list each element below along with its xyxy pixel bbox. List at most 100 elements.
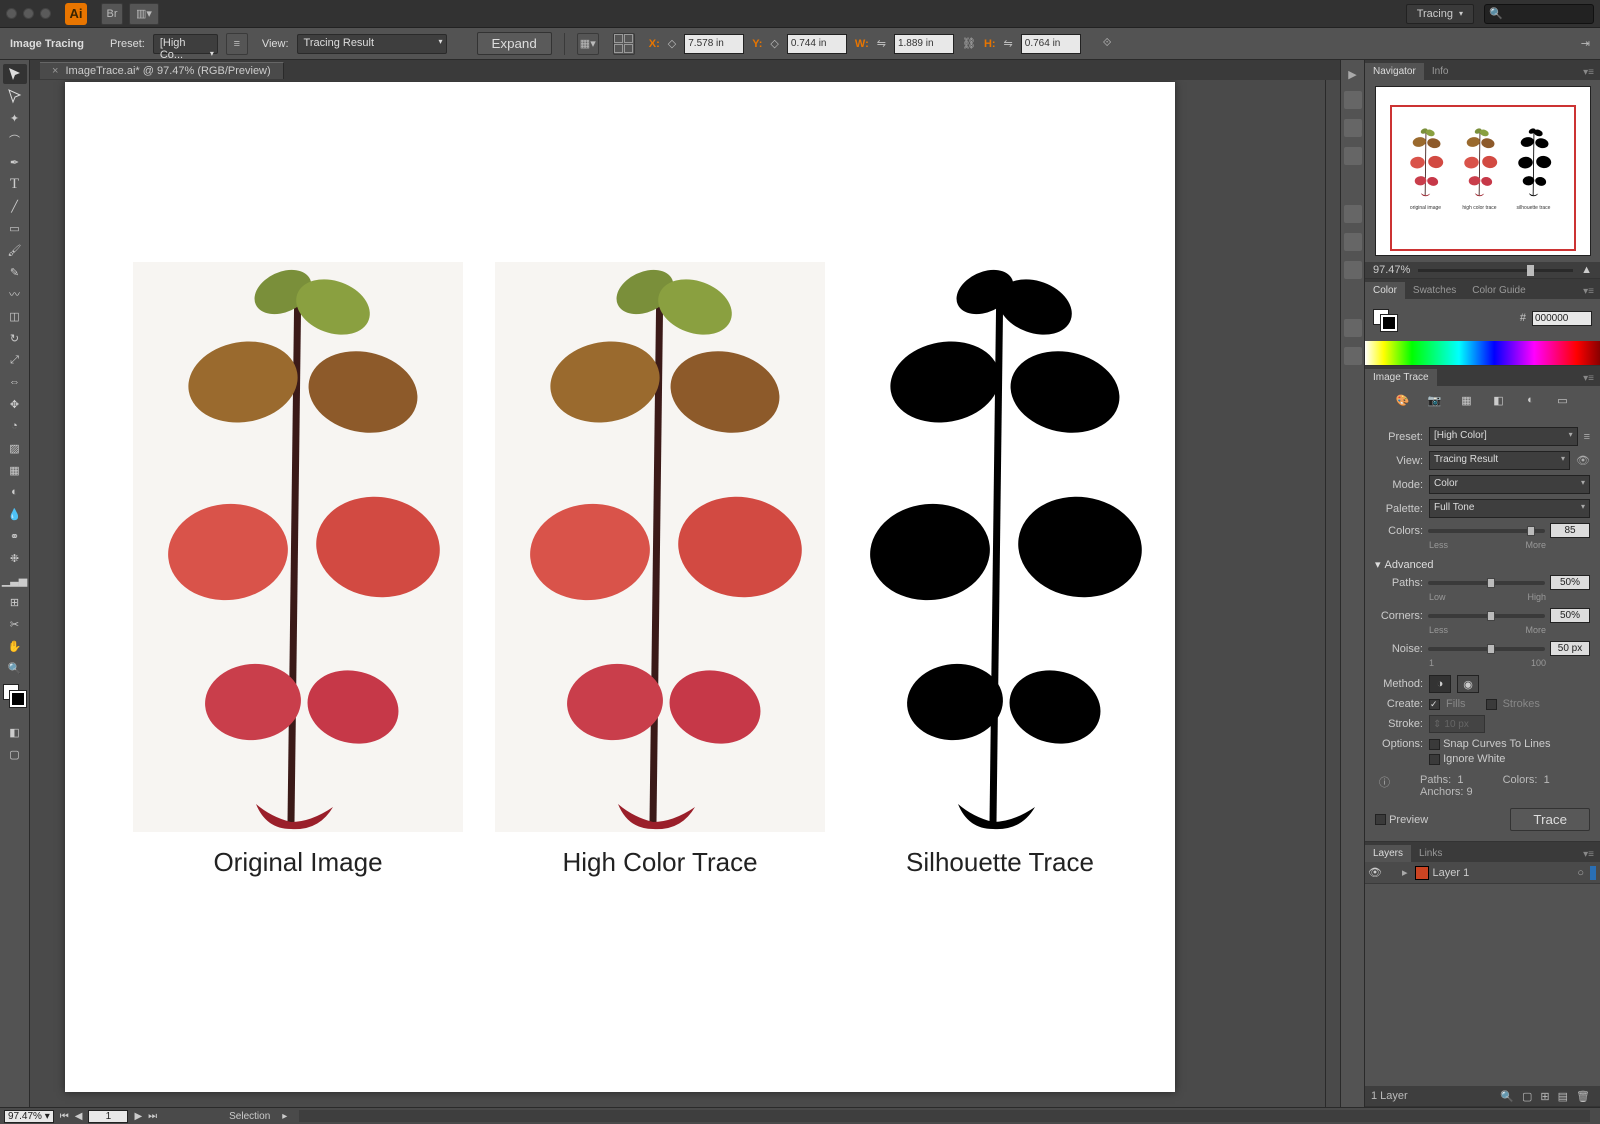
free-transform-tool[interactable]: ✥ bbox=[3, 394, 27, 414]
next-artboard-icon[interactable]: ▶ bbox=[134, 1111, 142, 1122]
method-overlapping[interactable]: ◉ bbox=[1457, 675, 1479, 693]
tab-navigator[interactable]: Navigator bbox=[1365, 63, 1424, 80]
blend-tool[interactable]: ⚭ bbox=[3, 526, 27, 546]
eye-icon[interactable]: 👁 bbox=[1576, 454, 1590, 467]
make-clip-icon[interactable]: ▢ bbox=[1522, 1090, 1532, 1103]
noise-value[interactable]: 50 px bbox=[1550, 641, 1590, 656]
preset-menu-icon[interactable]: ≡ bbox=[226, 33, 248, 55]
panel-menu-icon[interactable]: ▾≡ bbox=[1577, 284, 1600, 299]
rotate-tool[interactable]: ↻ bbox=[3, 328, 27, 348]
direct-selection-tool[interactable] bbox=[3, 86, 27, 106]
auto-color-icon[interactable]: 🎨 bbox=[1393, 392, 1413, 408]
eyedropper-tool[interactable]: 💧 bbox=[3, 504, 27, 524]
x-input[interactable] bbox=[684, 34, 744, 54]
fill-stroke-indicator[interactable] bbox=[1373, 309, 1399, 331]
paths-slider[interactable] bbox=[1428, 581, 1545, 585]
first-artboard-icon[interactable]: ⏮ bbox=[60, 1111, 69, 1122]
align-icon[interactable] bbox=[613, 33, 635, 55]
tab-info[interactable]: Info bbox=[1424, 63, 1457, 80]
symbol-sprayer-tool[interactable]: ❉ bbox=[3, 548, 27, 568]
draw-mode-icon[interactable]: ◧ bbox=[3, 722, 27, 742]
document-tab[interactable]: × ImageTrace.ai* @ 97.47% (RGB/Preview) bbox=[40, 62, 284, 79]
w-input[interactable] bbox=[894, 34, 954, 54]
width-tool[interactable]: ⇔ bbox=[3, 372, 27, 392]
hand-tool[interactable]: ✋ bbox=[3, 636, 27, 656]
rectangle-tool[interactable]: ▭ bbox=[3, 218, 27, 238]
graph-tool[interactable]: ▁▃▅ bbox=[3, 570, 27, 590]
expand-button[interactable]: Expand bbox=[477, 32, 552, 55]
color-spectrum[interactable] bbox=[1365, 341, 1600, 365]
panel-menu-icon[interactable]: ▾≡ bbox=[1577, 847, 1600, 862]
colors-slider[interactable] bbox=[1428, 529, 1545, 533]
zoom-tool[interactable]: 🔍 bbox=[3, 658, 27, 678]
hex-input[interactable] bbox=[1532, 311, 1592, 326]
delete-icon[interactable]: 🗑 bbox=[1576, 1090, 1590, 1103]
dock-icon[interactable] bbox=[1344, 347, 1362, 365]
magic-wand-tool[interactable]: ✦ bbox=[3, 108, 27, 128]
selection-tool[interactable] bbox=[3, 64, 27, 84]
constrain-icon[interactable]: ⛓ bbox=[962, 37, 976, 50]
shape-builder-tool[interactable]: ◔ bbox=[3, 416, 27, 436]
zoom-field[interactable]: 97.47% ▾ bbox=[4, 1110, 54, 1123]
expand-dock-icon[interactable]: ▶ bbox=[1348, 68, 1356, 81]
view-select[interactable]: Tracing Result▾ bbox=[297, 34, 447, 54]
trace-mode-select[interactable]: Color bbox=[1429, 475, 1590, 494]
scale-tool[interactable]: ⤢ bbox=[3, 350, 27, 370]
bw-icon[interactable]: ◐ bbox=[1521, 392, 1541, 408]
panel-menu-icon[interactable]: ⇥ bbox=[1581, 37, 1590, 50]
link-icon[interactable]: ⇋ bbox=[877, 37, 886, 50]
paintbrush-tool[interactable]: 🖌 bbox=[3, 240, 27, 260]
layer-name[interactable]: Layer 1 bbox=[1433, 867, 1578, 879]
tab-color-guide[interactable]: Color Guide bbox=[1464, 282, 1533, 299]
window-controls[interactable] bbox=[6, 8, 51, 19]
dock-icon[interactable] bbox=[1344, 91, 1362, 109]
y-input[interactable] bbox=[787, 34, 847, 54]
h-input[interactable] bbox=[1021, 34, 1081, 54]
mask-icon[interactable]: ▦▾ bbox=[577, 33, 599, 55]
gradient-tool[interactable]: ◐ bbox=[3, 482, 27, 502]
line-tool[interactable]: ╱ bbox=[3, 196, 27, 216]
new-layer-icon[interactable]: ▤ bbox=[1558, 1090, 1568, 1103]
trace-button[interactable]: Trace bbox=[1510, 808, 1590, 831]
dock-icon[interactable] bbox=[1344, 233, 1362, 251]
anchor-icon[interactable]: ◇ bbox=[668, 37, 676, 50]
mesh-tool[interactable]: ▦ bbox=[3, 460, 27, 480]
pencil-tool[interactable]: ✎ bbox=[3, 262, 27, 282]
visibility-icon[interactable]: 👁 bbox=[1365, 866, 1385, 879]
noise-slider[interactable] bbox=[1428, 647, 1545, 651]
tab-swatches[interactable]: Swatches bbox=[1405, 282, 1464, 299]
lasso-tool[interactable]: ⌒ bbox=[3, 130, 27, 150]
method-abutting[interactable]: ◑ bbox=[1429, 675, 1451, 693]
blob-brush-tool[interactable]: 〰 bbox=[3, 284, 27, 304]
zoom-slider[interactable] bbox=[1418, 269, 1573, 272]
shear-icon[interactable]: ⟐ bbox=[1103, 37, 1112, 50]
navigator-thumbnail[interactable]: original image high color trace silhouet… bbox=[1375, 86, 1591, 256]
advanced-toggle[interactable]: ▾Advanced bbox=[1375, 558, 1590, 571]
prev-artboard-icon[interactable]: ◀ bbox=[75, 1111, 83, 1122]
pen-tool[interactable]: ✒ bbox=[3, 152, 27, 172]
vertical-scrollbar[interactable] bbox=[1325, 80, 1340, 1107]
dock-icon[interactable] bbox=[1344, 147, 1362, 165]
dock-icon[interactable] bbox=[1344, 261, 1362, 279]
workspace-switcher[interactable]: Tracing ▾ bbox=[1406, 4, 1474, 24]
slice-tool[interactable]: ✂ bbox=[3, 614, 27, 634]
new-sublayer-icon[interactable]: ⊞ bbox=[1540, 1090, 1549, 1103]
arrange-icon[interactable]: ▥▾ bbox=[129, 3, 159, 25]
link-icon[interactable]: ⇋ bbox=[1004, 37, 1013, 50]
dock-icon[interactable] bbox=[1344, 205, 1362, 223]
preset-menu-icon[interactable]: ≡ bbox=[1584, 431, 1590, 443]
tab-image-trace[interactable]: Image Trace bbox=[1365, 369, 1437, 386]
dock-icon[interactable] bbox=[1344, 119, 1362, 137]
horizontal-scrollbar[interactable] bbox=[299, 1110, 1590, 1122]
artboard-tool[interactable]: ⊞ bbox=[3, 592, 27, 612]
layer-row[interactable]: 👁 ▸ Layer 1 ○ bbox=[1365, 862, 1600, 884]
grayscale-icon[interactable]: ◧ bbox=[1489, 392, 1509, 408]
perspective-tool[interactable]: ▨ bbox=[3, 438, 27, 458]
tab-links[interactable]: Links bbox=[1411, 845, 1450, 862]
anchor-icon[interactable]: ◇ bbox=[770, 37, 778, 50]
corners-slider[interactable] bbox=[1428, 614, 1545, 618]
type-tool[interactable]: T bbox=[3, 174, 27, 194]
tab-color[interactable]: Color bbox=[1365, 282, 1405, 299]
preview-checkbox[interactable] bbox=[1375, 814, 1386, 825]
ignore-white-checkbox[interactable] bbox=[1429, 754, 1440, 765]
